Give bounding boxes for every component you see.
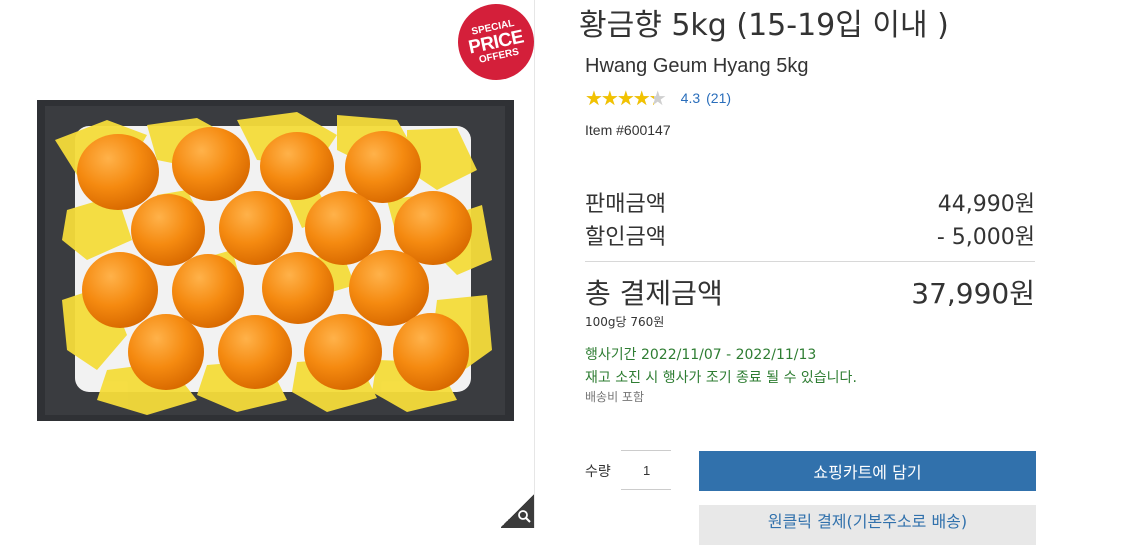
sale-price-value: 44,990원 [937, 192, 1035, 217]
magnifier-icon [518, 510, 531, 523]
sale-price-label: 판매금액 [585, 192, 666, 217]
star-icon-filled-row: ★★★★★ [585, 88, 654, 108]
promotion-period: 행사기간 2022/11/07 - 2022/11/13 [585, 347, 817, 363]
product-gallery: SPECIAL PRICE OFFERS [0, 0, 542, 528]
rating-value-link[interactable]: 4.3 [681, 90, 700, 106]
star-rating: ★★★★★ ★★★★★ [585, 88, 667, 108]
promotion-notice: 재고 소진 시 행사가 조기 종료 될 수 있습니다. [585, 370, 857, 386]
shipping-note: 배송비 포함 [585, 390, 645, 404]
discount-label: 할인금액 [585, 225, 666, 250]
sale-price-row: 판매금액 44,990원 [585, 186, 1035, 218]
unit-price: 100g당 760원 [585, 315, 665, 329]
total-price-row: 총 결제금액 37,990원 [585, 272, 1035, 312]
total-price-value: 37,990원 [911, 277, 1035, 310]
rating-summary: ★★★★★ ★★★★★ 4.3 (21) [585, 88, 731, 108]
special-price-badge: SPECIAL PRICE OFFERS [450, 0, 542, 88]
zoom-button[interactable] [501, 492, 535, 528]
total-price-label: 총 결제금액 [585, 277, 723, 310]
one-click-checkout-button[interactable]: 원클릭 결제(기본주소로 배송) [699, 505, 1036, 545]
review-count-link[interactable]: (21) [706, 90, 731, 106]
quantity-label: 수량 [585, 464, 611, 480]
discount-value: - 5,000원 [936, 225, 1035, 250]
item-number: Item #600147 [585, 122, 671, 138]
discount-row: 할인금액 - 5,000원 [585, 219, 1035, 251]
panel-divider [534, 0, 535, 528]
product-image[interactable] [37, 100, 514, 421]
quantity-field [621, 450, 671, 490]
price-divider [585, 261, 1035, 262]
product-title: 황금향 5kg (15-19입 이내 ) [579, 8, 949, 43]
add-to-cart-button[interactable]: 쇼핑카트에 담기 [699, 451, 1036, 491]
product-subtitle: Hwang Geum Hyang 5kg [585, 55, 809, 77]
quantity-input[interactable] [621, 451, 671, 489]
